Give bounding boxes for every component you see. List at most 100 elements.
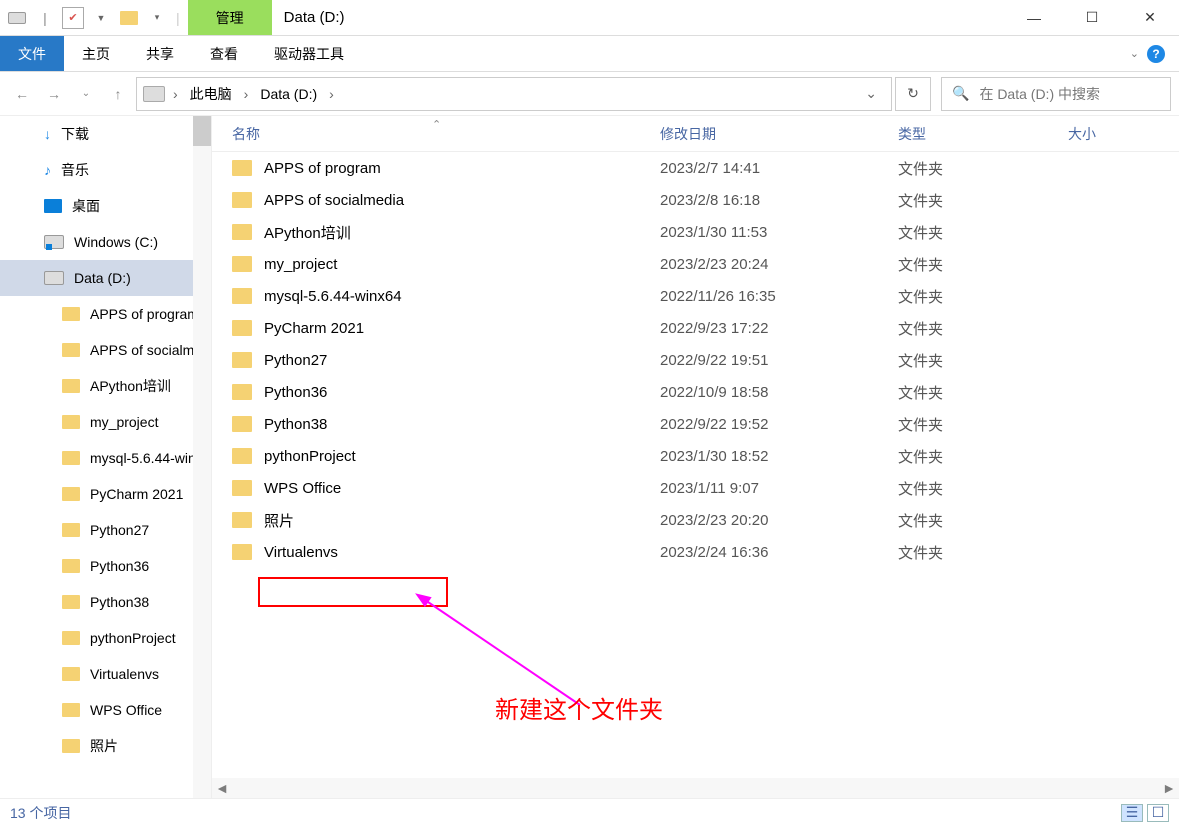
manage-contextual-tab[interactable]: 管理 — [188, 0, 272, 35]
column-type[interactable]: 类型 — [898, 124, 1068, 144]
close-button[interactable]: ✕ — [1121, 0, 1179, 35]
tree-sub-item[interactable]: mysql-5.6.44-winx64 — [0, 440, 211, 476]
search-box[interactable]: 🔍 在 Data (D:) 中搜索 — [941, 77, 1171, 111]
tree-sub-item[interactable]: 照片 — [0, 728, 211, 764]
tree-item-label: 照片 — [90, 736, 118, 756]
tree-windows-c[interactable]: Windows (C:) — [0, 224, 211, 260]
file-row[interactable]: APPS of socialmedia2023/2/8 16:18文件夹 — [212, 184, 1179, 216]
tree-sub-item[interactable]: my_project — [0, 404, 211, 440]
file-row[interactable]: Python382022/9/22 19:52文件夹 — [212, 408, 1179, 440]
folder-icon — [62, 559, 80, 573]
sort-asc-icon: ⌃ — [432, 118, 441, 131]
folder-icon — [62, 487, 80, 501]
tab-home[interactable]: 主页 — [64, 36, 128, 71]
tab-share[interactable]: 共享 — [128, 36, 192, 71]
folder-icon — [62, 415, 80, 429]
nav-up-button[interactable]: ↑ — [104, 80, 132, 108]
qat-dropdown-icon[interactable]: ▼ — [90, 7, 112, 29]
file-type: 文件夹 — [898, 510, 1068, 531]
view-icons-button[interactable]: ☐ — [1147, 804, 1169, 822]
horizontal-scrollbar[interactable]: ◄ ► — [212, 778, 1179, 798]
ribbon-expand-icon[interactable]: ⌄ — [1130, 47, 1139, 60]
folder-icon[interactable] — [118, 7, 140, 29]
folder-icon — [232, 544, 252, 560]
refresh-button[interactable]: ↻ — [895, 77, 931, 111]
folder-icon — [62, 667, 80, 681]
file-type: 文件夹 — [898, 158, 1068, 179]
tree-sub-item[interactable]: APPS of program — [0, 296, 211, 332]
file-date: 2022/10/9 18:58 — [660, 384, 898, 401]
view-details-button[interactable]: ☰ — [1121, 804, 1143, 822]
tree-sub-item[interactable]: APPS of socialmedia — [0, 332, 211, 368]
file-row[interactable]: WPS Office2023/1/11 9:07文件夹 — [212, 472, 1179, 504]
column-name[interactable]: 名称⌃ — [232, 124, 660, 144]
file-type: 文件夹 — [898, 286, 1068, 307]
chevron-right-icon[interactable]: › — [240, 86, 253, 102]
tree-data-d[interactable]: Data (D:) — [0, 260, 211, 296]
maximize-button[interactable]: ☐ — [1063, 0, 1121, 35]
column-size[interactable]: 大小 — [1068, 124, 1096, 144]
divider-icon: | — [176, 10, 180, 26]
file-name: PyCharm 2021 — [264, 320, 660, 337]
nav-recent-dropdown[interactable]: ⌄ — [72, 80, 100, 108]
chevron-right-icon[interactable]: › — [325, 86, 338, 102]
file-row[interactable]: Python272022/9/22 19:51文件夹 — [212, 344, 1179, 376]
tree-scrollbar[interactable] — [193, 116, 211, 798]
file-row[interactable]: APython培训2023/1/30 11:53文件夹 — [212, 216, 1179, 248]
file-date: 2023/1/30 11:53 — [660, 224, 898, 241]
tree-item-label: Python36 — [90, 558, 149, 574]
tree-downloads[interactable]: ↓下载 — [0, 116, 211, 152]
download-icon: ↓ — [44, 126, 51, 142]
tree-item-label: Virtualenvs — [90, 666, 159, 682]
file-row[interactable]: pythonProject2023/1/30 18:52文件夹 — [212, 440, 1179, 472]
tree-sub-item[interactable]: PyCharm 2021 — [0, 476, 211, 512]
address-dropdown-icon[interactable]: ⌄ — [853, 85, 889, 102]
folder-icon — [232, 416, 252, 432]
tree-sub-item[interactable]: Python27 — [0, 512, 211, 548]
file-row[interactable]: mysql-5.6.44-winx642022/11/26 16:35文件夹 — [212, 280, 1179, 312]
file-name: Python27 — [264, 352, 660, 369]
tree-sub-item[interactable]: Python36 — [0, 548, 211, 584]
file-row[interactable]: APPS of program2023/2/7 14:41文件夹 — [212, 152, 1179, 184]
folder-icon — [62, 595, 80, 609]
nav-back-button[interactable]: ← — [8, 80, 36, 108]
tree-music[interactable]: ♪音乐 — [0, 152, 211, 188]
address-bar[interactable]: › 此电脑 › Data (D:) › ⌄ — [136, 77, 892, 111]
tree-sub-item[interactable]: Virtualenvs — [0, 656, 211, 692]
tree-sub-item[interactable]: Python38 — [0, 584, 211, 620]
scroll-right-icon[interactable]: ► — [1159, 778, 1179, 798]
file-type: 文件夹 — [898, 382, 1068, 403]
desktop-icon — [44, 199, 62, 213]
nav-forward-button[interactable]: → — [40, 80, 68, 108]
file-row[interactable]: my_project2023/2/23 20:24文件夹 — [212, 248, 1179, 280]
breadcrumb-drive[interactable]: Data (D:) — [252, 78, 325, 110]
scroll-left-icon[interactable]: ◄ — [212, 778, 232, 798]
tree-desktop[interactable]: 桌面 — [0, 188, 211, 224]
help-icon[interactable]: ? — [1147, 45, 1165, 63]
chevron-right-icon[interactable]: › — [169, 86, 182, 102]
qat-dropdown2-icon[interactable]: ▾ — [146, 7, 168, 29]
file-row[interactable]: Python362022/10/9 18:58文件夹 — [212, 376, 1179, 408]
scrollbar-thumb[interactable] — [193, 116, 211, 146]
folder-icon — [62, 451, 80, 465]
breadcrumb-pc[interactable]: 此电脑 — [182, 78, 240, 110]
file-date: 2022/9/23 17:22 — [660, 320, 898, 337]
tab-file[interactable]: 文件 — [0, 36, 64, 71]
minimize-button[interactable]: — — [1005, 0, 1063, 35]
file-row[interactable]: 照片2023/2/23 20:20文件夹 — [212, 504, 1179, 536]
tab-view[interactable]: 查看 — [192, 36, 256, 71]
file-row[interactable]: Virtualenvs2023/2/24 16:36文件夹 — [212, 536, 1179, 568]
file-date: 2022/11/26 16:35 — [660, 288, 898, 305]
folder-icon — [232, 512, 252, 528]
folder-icon — [62, 739, 80, 753]
folder-icon — [62, 631, 80, 645]
checkbox-icon[interactable]: ✔ — [62, 7, 84, 29]
drive-icon — [6, 7, 28, 29]
tree-sub-item[interactable]: APython培训 — [0, 368, 211, 404]
tab-drive-tools[interactable]: 驱动器工具 — [256, 36, 362, 71]
tree-sub-item[interactable]: WPS Office — [0, 692, 211, 728]
file-row[interactable]: PyCharm 20212022/9/23 17:22文件夹 — [212, 312, 1179, 344]
tree-sub-item[interactable]: pythonProject — [0, 620, 211, 656]
column-date[interactable]: 修改日期 — [660, 124, 898, 144]
drive-icon — [44, 271, 64, 285]
